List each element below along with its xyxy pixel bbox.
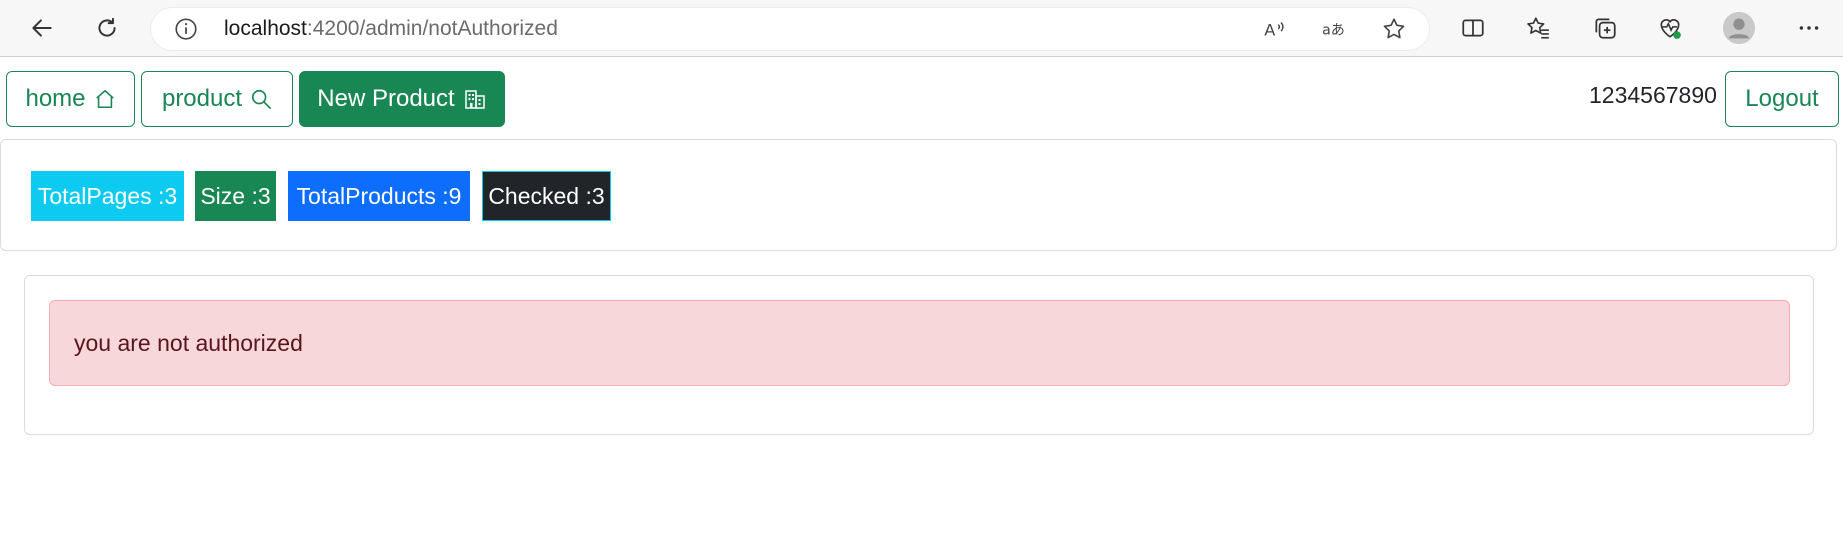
translate-icon[interactable]: aあ xyxy=(1316,11,1352,47)
size-badge: Size :3 xyxy=(195,171,276,221)
product-button[interactable]: product xyxy=(141,71,293,127)
content-card: you are not authorized xyxy=(24,275,1814,435)
home-button[interactable]: home xyxy=(6,71,135,127)
back-arrow-icon[interactable] xyxy=(24,10,60,46)
search-icon xyxy=(251,89,272,109)
url-host: localhost xyxy=(224,17,307,40)
favorite-star-icon[interactable] xyxy=(1376,11,1412,47)
svg-text:aあ: aあ xyxy=(1322,22,1345,38)
split-screen-icon[interactable] xyxy=(1455,10,1491,46)
logout-button-label: Logout xyxy=(1745,85,1819,112)
site-info-icon[interactable] xyxy=(168,11,204,47)
profile-avatar-icon[interactable] xyxy=(1721,10,1757,46)
stats-card: TotalPages :3 Size :3 TotalProducts :9 C… xyxy=(0,139,1837,251)
svg-text:A: A xyxy=(1264,21,1275,40)
address-bar[interactable]: localhost:4200/admin/notAuthorized A aあ xyxy=(150,7,1430,51)
username-text: 1234567890 xyxy=(1589,82,1717,108)
alert-message: you are not authorized xyxy=(74,329,303,356)
total-products-badge: TotalProducts :9 xyxy=(288,171,470,221)
favorites-icon[interactable] xyxy=(1520,10,1556,46)
browser-essentials-icon[interactable] xyxy=(1652,10,1688,46)
read-aloud-icon[interactable]: A xyxy=(1256,11,1292,47)
house-icon xyxy=(95,89,114,109)
home-button-label: home xyxy=(25,85,86,112)
not-authorized-alert: you are not authorized xyxy=(49,300,1790,386)
url-text[interactable]: localhost:4200/admin/notAuthorized xyxy=(224,18,558,40)
url-path: :4200/admin/notAuthorized xyxy=(306,17,558,40)
product-button-label: product xyxy=(161,85,243,112)
total-pages-badge: TotalPages :3 xyxy=(31,171,184,221)
new-product-button[interactable]: New Product xyxy=(299,71,505,127)
new-product-button-label: New Product xyxy=(317,85,455,112)
more-menu-icon[interactable] xyxy=(1791,10,1827,46)
browser-toolbar: localhost:4200/admin/notAuthorized A aあ xyxy=(0,0,1843,57)
refresh-icon[interactable] xyxy=(89,10,125,46)
building-icon xyxy=(464,90,485,109)
checked-badge: Checked :3 xyxy=(482,171,611,221)
logout-button[interactable]: Logout xyxy=(1725,71,1839,127)
collections-icon[interactable] xyxy=(1587,10,1623,46)
